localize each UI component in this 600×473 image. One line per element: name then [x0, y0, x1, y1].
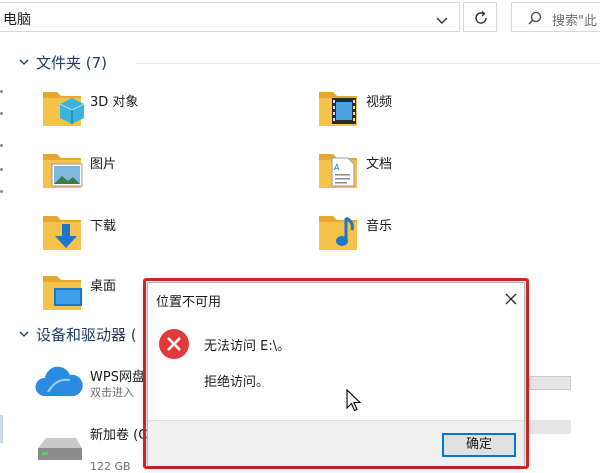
dialog-footer: 确定: [148, 420, 524, 466]
folder-label: 3D 对象: [90, 95, 139, 110]
chevron-down-icon: [19, 59, 29, 65]
devices-section-title: 设备和驱动器 (: [36, 326, 137, 344]
mouse-cursor-icon: [346, 389, 362, 412]
folder-label: 文档: [366, 157, 393, 172]
chevron-down-icon: [19, 331, 29, 337]
address-toolbar: 电脑 搜索"此: [0, 0, 600, 38]
search-placeholder: 搜索"此: [552, 14, 597, 29]
ok-button[interactable]: 确定: [442, 433, 516, 457]
close-icon[interactable]: [504, 291, 518, 305]
folder-label: 下载: [90, 219, 117, 234]
folder-label: 图片: [90, 157, 117, 172]
hard-drive-icon: [38, 438, 82, 460]
folder-label: 音乐: [366, 219, 393, 234]
downloads-icon: [43, 216, 81, 250]
folder-3d-objects[interactable]: 3D 对象: [40, 84, 240, 136]
refresh-icon: [475, 10, 487, 24]
drive-usage-bar-fragment: [529, 420, 571, 434]
cloud-drive-icon: [35, 366, 83, 396]
folder-label: 桌面: [90, 279, 117, 294]
folder-documents[interactable]: A 文档: [316, 146, 516, 198]
drive-name: 新加卷 (C: [90, 428, 148, 443]
address-bar[interactable]: 电脑: [0, 2, 460, 32]
music-icon: [319, 216, 357, 250]
svg-text:A: A: [334, 163, 340, 172]
chevron-down-icon[interactable]: [435, 12, 449, 26]
folders-section-header[interactable]: 文件夹 (7): [18, 52, 600, 74]
dialog-message-primary: 无法访问 E:\。: [204, 339, 291, 354]
dialog-title: 位置不可用: [156, 295, 222, 310]
drive-subtitle: 双击进入: [90, 386, 134, 399]
folder-downloads[interactable]: 下载: [40, 208, 240, 260]
drive-capacity: 122 GB: [90, 460, 131, 473]
folder-pictures[interactable]: 图片: [40, 146, 240, 198]
folders-section-title: 文件夹 (7): [36, 54, 108, 72]
documents-icon: A: [319, 154, 357, 188]
videos-icon: [319, 92, 357, 126]
folder-label: 视频: [366, 95, 393, 110]
folder-videos[interactable]: 视频: [316, 84, 516, 136]
search-icon: [528, 11, 542, 25]
desktop-icon: [43, 276, 82, 310]
refresh-button[interactable]: [463, 2, 497, 32]
3d-objects-icon: [43, 92, 85, 126]
error-icon: [158, 328, 190, 360]
drive-name: WPS网盘: [90, 370, 145, 385]
pictures-icon: [43, 154, 83, 188]
error-dialog: 位置不可用 无法访问 E:\。 拒绝访问。 确定: [147, 282, 525, 466]
address-path: 电脑: [3, 12, 31, 28]
dialog-message-secondary: 拒绝访问。: [204, 375, 270, 390]
navigation-pane-edge: [0, 40, 8, 471]
folder-music[interactable]: 音乐: [316, 208, 516, 260]
section-divider: [136, 63, 600, 64]
search-input[interactable]: 搜索"此: [511, 2, 600, 32]
drive-usage-bar-fragment: [529, 376, 571, 390]
